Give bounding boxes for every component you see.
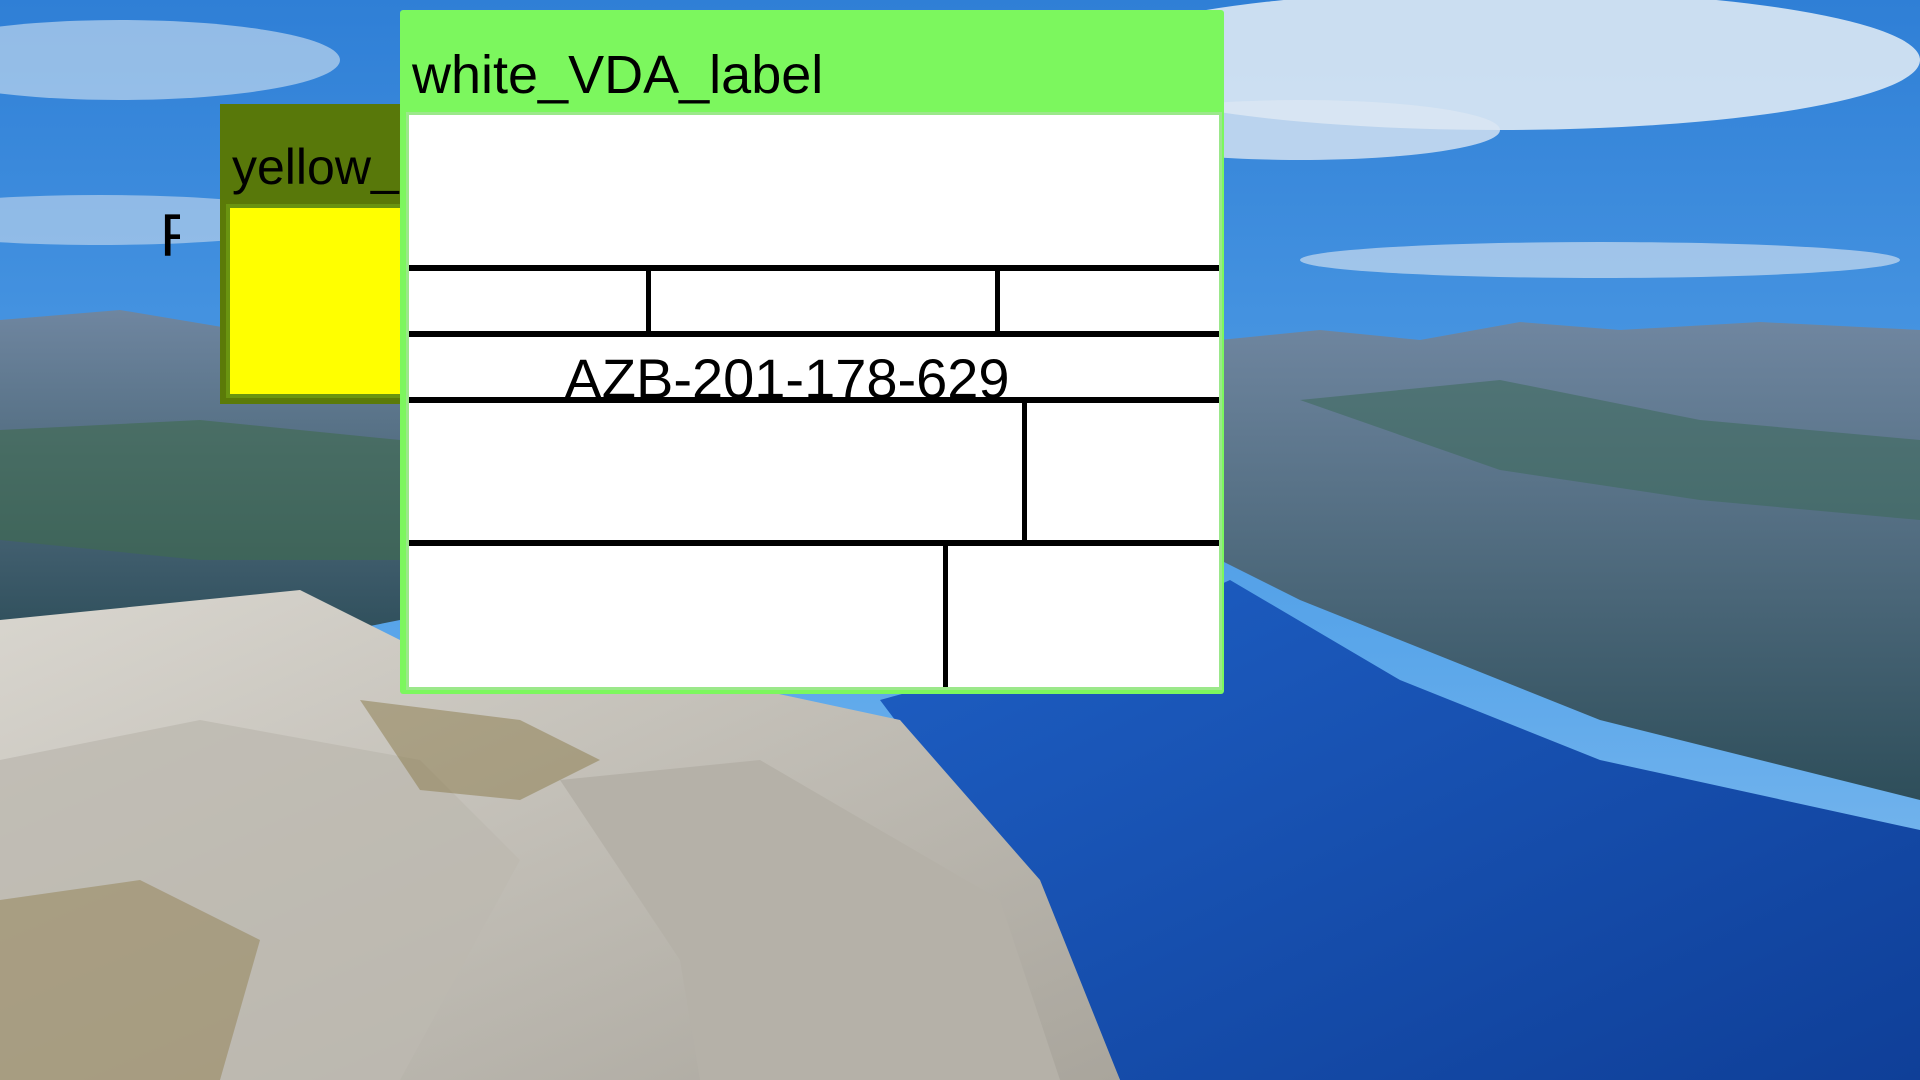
label-cell-divider xyxy=(1022,397,1027,541)
label-cell-divider xyxy=(646,265,651,335)
label-divider-2 xyxy=(409,331,1219,337)
white-vda-label-window[interactable]: white_VDA_label AZB-201-178-629 xyxy=(400,10,1224,694)
label-cell-divider xyxy=(995,265,1000,335)
desktop: yellow_ F white_VDA_label AZB-201-178-62… xyxy=(0,0,1920,1080)
yellow-window-glyph: F xyxy=(160,206,180,269)
white-vda-label-title: white_VDA_label xyxy=(412,45,824,105)
yellow-window-title: yellow_ xyxy=(232,139,399,195)
label-divider-4 xyxy=(409,540,1219,546)
white-vda-label-titlebar[interactable]: white_VDA_label xyxy=(400,10,1224,112)
vda-label-sheet: AZB-201-178-629 xyxy=(406,112,1222,690)
label-divider-1 xyxy=(409,265,1219,271)
label-divider-3 xyxy=(409,397,1219,403)
label-cell-divider xyxy=(943,540,948,687)
